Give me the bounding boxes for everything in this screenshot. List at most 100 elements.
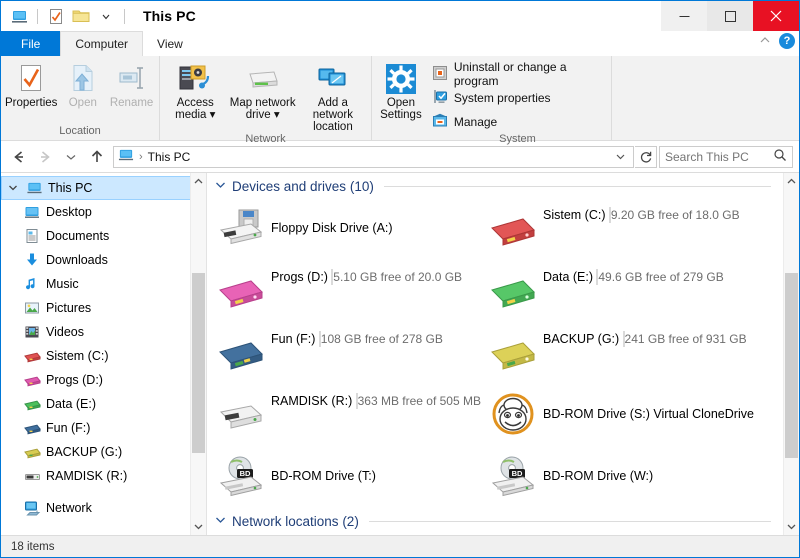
drive-name: Progs (D:) — [271, 270, 328, 284]
sidebar-item-fun-f[interactable]: Fun (F:) — [1, 416, 206, 440]
search-box[interactable] — [659, 145, 793, 168]
sidebar-item-label: Videos — [46, 325, 84, 339]
tab-view[interactable]: View — [143, 31, 197, 56]
drive-tile[interactable]: BD BD-ROM Drive (T:) — [217, 448, 489, 504]
sidebar-scrollbar-thumb[interactable] — [192, 273, 205, 453]
content-scrollbar-thumb[interactable] — [785, 273, 798, 458]
close-button[interactable] — [753, 1, 799, 31]
up-arrow-icon[interactable] — [85, 145, 109, 169]
sidebar-scrollbar[interactable] — [190, 173, 206, 535]
bd-rom-drive-icon: BD — [489, 452, 537, 500]
properties-button[interactable]: Properties — [5, 59, 57, 109]
group-header-devices-and-drives[interactable]: Devices and drives (10) — [207, 173, 783, 196]
recent-locations-icon[interactable] — [59, 145, 83, 169]
navigation-tree: This PC Desktop Documents Downloads Musi… — [1, 173, 206, 520]
chevron-up-icon[interactable] — [759, 36, 771, 47]
sidebar-item-documents[interactable]: Documents — [1, 224, 206, 248]
network-icon — [23, 499, 41, 517]
sidebar-item-network[interactable]: Network — [1, 496, 206, 520]
add-network-location-button[interactable]: Add a network location — [299, 59, 367, 133]
explorer-body: This PC Desktop Documents Downloads Musi… — [1, 173, 799, 535]
drive-info: BD-ROM Drive (W:) — [537, 469, 761, 484]
new-folder-icon[interactable] — [71, 6, 91, 26]
drive-tile[interactable]: Floppy Disk Drive (A:) — [217, 200, 489, 256]
scroll-down-icon[interactable] — [191, 518, 206, 535]
music-icon — [23, 275, 41, 293]
sidebar-item-sistem-c[interactable]: Sistem (C:) — [1, 344, 206, 368]
scroll-up-icon[interactable] — [191, 173, 206, 190]
title-bar: This PC — [1, 1, 799, 31]
drive-tile[interactable]: BACKUP (G:) 241 GB free of 931 GB — [489, 324, 761, 386]
breadcrumb[interactable]: › This PC — [113, 145, 634, 168]
open-label: Open — [68, 97, 97, 109]
drive-tile[interactable]: Data (E:) 49.6 GB free of 279 GB — [489, 262, 761, 324]
chevron-down-icon[interactable] — [215, 181, 226, 192]
chevron-down-icon[interactable] — [611, 147, 629, 167]
drive-info: RAMDISK (R:) 363 MB free of 505 MB — [265, 392, 489, 409]
chevron-down-icon[interactable] — [215, 516, 226, 527]
tab-file[interactable]: File — [1, 31, 61, 56]
sidebar-item-label: Music — [46, 277, 79, 291]
maximize-button[interactable] — [707, 1, 753, 31]
manage-button[interactable]: Manage — [432, 111, 607, 133]
drive-tile[interactable]: Sistem (C:) 9.20 GB free of 18.0 GB — [489, 200, 761, 262]
properties-label: Properties — [5, 97, 58, 109]
help-icon[interactable]: ? — [779, 33, 795, 49]
scroll-down-icon[interactable] — [784, 518, 799, 535]
access-media-button[interactable]: Access media ▾ — [164, 59, 227, 121]
this-pc-icon[interactable] — [9, 6, 29, 26]
scroll-up-icon[interactable] — [784, 173, 799, 190]
drive-gray-icon — [217, 392, 265, 440]
drive-name: Floppy Disk Drive (A:) — [271, 220, 393, 235]
open-settings-button[interactable]: Open Settings — [376, 59, 426, 121]
group-title: Devices and drives (10) — [232, 179, 374, 194]
gear-icon — [385, 63, 417, 95]
file-explorer-window: This PC File Computer View ? Properties … — [0, 0, 800, 558]
chevron-down-icon[interactable] — [6, 184, 20, 192]
this-pc-icon — [118, 147, 134, 166]
ribbon-group-location: Properties Open Rename Location — [1, 56, 159, 140]
breadcrumb-separator[interactable]: › — [137, 151, 145, 163]
sidebar-item-data-e[interactable]: Data (E:) — [1, 392, 206, 416]
customize-dropdown-icon[interactable] — [96, 6, 116, 26]
tab-computer[interactable]: Computer — [60, 31, 144, 56]
sidebar-item-downloads[interactable]: Downloads — [1, 248, 206, 272]
sidebar-item-ramdisk-r[interactable]: RAMDISK (R:) — [1, 464, 206, 488]
rename-button[interactable]: Rename — [108, 59, 155, 109]
ribbon-right-buttons: ? — [759, 33, 795, 49]
map-network-drive-button[interactable]: Map network drive ▾ — [229, 59, 297, 121]
sidebar-item-music[interactable]: Music — [1, 272, 206, 296]
uninstall-program-button[interactable]: Uninstall or change a program — [432, 60, 607, 88]
forward-arrow-icon[interactable] — [33, 145, 57, 169]
sidebar-item-pictures[interactable]: Pictures — [1, 296, 206, 320]
drive-tile[interactable]: BD-ROM Drive (S:) Virtual CloneDrive — [489, 386, 761, 442]
sidebar-item-label: Downloads — [46, 253, 108, 267]
sidebar-item-this-pc[interactable]: This PC — [1, 176, 206, 200]
ribbon-empty-area — [611, 56, 799, 140]
sidebar-item-progs-d[interactable]: Progs (D:) — [1, 368, 206, 392]
drive-tile[interactable]: Fun (F:) 108 GB free of 278 GB — [217, 324, 489, 386]
drive-free-space: 241 GB free of 931 GB — [624, 332, 747, 346]
open-button[interactable]: Open — [59, 59, 106, 109]
sidebar-item-desktop[interactable]: Desktop — [1, 200, 206, 224]
content-scrollbar[interactable] — [783, 173, 799, 535]
search-input[interactable] — [665, 149, 769, 164]
drive-name: Sistem (C:) — [543, 208, 606, 222]
drive-free-space: 9.20 GB free of 18.0 GB — [610, 208, 740, 222]
breadcrumb-this-pc[interactable]: This PC — [148, 150, 191, 164]
drive-name: BD-ROM Drive (T:) — [271, 468, 376, 483]
refresh-icon[interactable] — [635, 145, 657, 168]
drive-free-space: 5.10 GB free of 20.0 GB — [333, 270, 463, 284]
drive-tile[interactable]: Progs (D:) 5.10 GB free of 20.0 GB — [217, 262, 489, 324]
drive-tile[interactable]: BD BD-ROM Drive (W:) — [489, 448, 761, 504]
sidebar-item-videos[interactable]: Videos — [1, 320, 206, 344]
properties-icon[interactable] — [46, 6, 66, 26]
system-properties-button[interactable]: System properties — [432, 87, 607, 109]
search-icon[interactable] — [773, 148, 787, 165]
sidebar-item-backup-g[interactable]: BACKUP (G:) — [1, 440, 206, 464]
back-arrow-icon[interactable] — [7, 145, 31, 169]
minimize-button[interactable] — [661, 1, 707, 31]
group-header-network-locations[interactable]: Network locations (2) — [207, 504, 783, 531]
drives-grid: Floppy Disk Drive (A:) Sistem (C:) 9.20 … — [207, 196, 783, 504]
drive-tile[interactable]: RAMDISK (R:) 363 MB free of 505 MB — [217, 386, 489, 448]
